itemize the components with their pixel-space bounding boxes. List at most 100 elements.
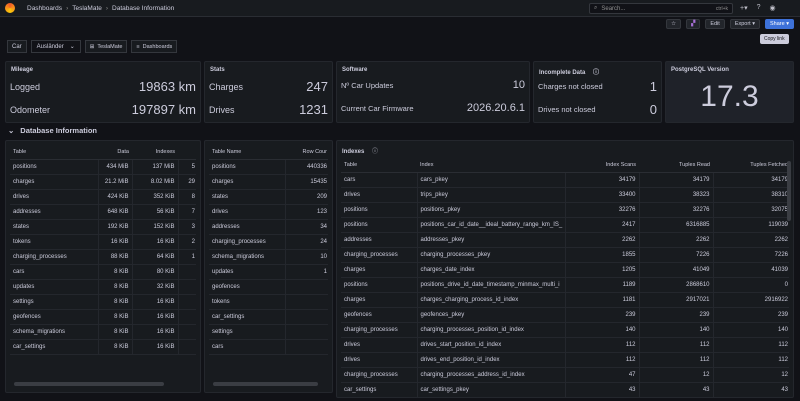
- table-cell: 112: [565, 352, 640, 368]
- table-cell: settings: [10, 294, 99, 310]
- column-header[interactable]: Tuples Fetched: [713, 158, 789, 173]
- help-icon[interactable]: ?: [757, 4, 761, 12]
- table-cell: 41049: [639, 262, 714, 278]
- table-row: positions 440336: [209, 159, 328, 175]
- chevron-down-icon: ⌄: [69, 44, 75, 50]
- stat-label: Current Car Firmware: [341, 103, 414, 113]
- table-cell: car_settings: [10, 339, 99, 355]
- column-header[interactable]: Indexes: [132, 145, 178, 160]
- export-button[interactable]: Export ▾: [729, 19, 761, 29]
- table-cell: addresses: [341, 232, 418, 248]
- info-icon[interactable]: ⓘ: [372, 149, 378, 155]
- chevron-down-icon: ⌄: [8, 126, 15, 135]
- table-cell: 119039: [713, 217, 789, 233]
- table-row: drives 424 KiB 352 KiB 8: [10, 189, 196, 205]
- row-header-database-information[interactable]: ⌄ Database Information: [8, 126, 97, 135]
- table-cell: 8 KiB: [98, 264, 133, 280]
- column-header[interactable]: Table Name: [209, 145, 285, 160]
- table-sizes-table-wrap: Table Data Indexes positions 434 MiB 137 M…: [10, 145, 196, 355]
- search-shortcut: ctrl+k: [715, 5, 728, 12]
- table-cell: 7: [178, 204, 196, 220]
- table-cell: 239: [713, 307, 789, 323]
- column-header[interactable]: Index: [417, 158, 565, 173]
- table-cell: 43: [713, 382, 789, 398]
- table-cell: 16 KiB: [132, 309, 179, 325]
- column-header[interactable]: Table: [10, 145, 98, 160]
- star-icon[interactable]: ☆: [666, 19, 682, 29]
- user-avatar-icon[interactable]: ◉: [770, 4, 776, 12]
- table-cell: positions_pkey: [417, 202, 566, 218]
- grafana-logo[interactable]: [5, 3, 15, 13]
- info-icon[interactable]: ⓘ: [593, 70, 599, 76]
- table-cell: 112: [639, 337, 714, 353]
- table-cell: geofences: [209, 279, 286, 295]
- table-cell: [178, 294, 196, 310]
- column-header[interactable]: Tuples Read: [639, 158, 713, 173]
- table-cell: 32276: [639, 202, 714, 218]
- teslamate-link-label: TeslaMate: [97, 43, 123, 50]
- stat-row: Nº Car Updates 10: [341, 79, 525, 91]
- table-row: drives 123: [209, 204, 328, 220]
- teslamate-link[interactable]: ⊞ TeslaMate: [84, 40, 128, 53]
- table-row: charges charges_date_index 1205 41049 41039: [341, 262, 789, 278]
- stat-row: Drives 1231: [209, 102, 328, 117]
- dashboards-link[interactable]: ≡ Dashboards: [131, 40, 178, 53]
- table-row: states 209: [209, 189, 328, 205]
- table-cell: geofences_pkey: [417, 307, 566, 323]
- table-cell: 32075: [713, 202, 789, 218]
- panel-title: Software: [342, 67, 368, 73]
- table-cell: 7226: [639, 247, 714, 263]
- vertical-scrollbar[interactable]: [787, 161, 791, 221]
- table-cell: [285, 324, 328, 340]
- table-row: charging_processes charging_processes_add…: [341, 367, 789, 383]
- table-row: settings 8 KiB 16 KiB: [10, 294, 196, 310]
- horizontal-scrollbar[interactable]: [213, 382, 318, 386]
- table-cell: 239: [565, 307, 640, 323]
- table-cell: 123: [285, 204, 328, 220]
- table-cell: tokens: [209, 294, 286, 310]
- table-row: charging_processes 88 KiB 64 KiB 1: [10, 249, 196, 265]
- table-cell: [285, 294, 328, 310]
- table-row: charging_processes charging_processes_pke…: [341, 247, 789, 263]
- table-cell: charges_charging_process_id_index: [417, 292, 566, 308]
- plus-icon[interactable]: +▾: [740, 4, 748, 12]
- table-cell: settings: [209, 324, 286, 340]
- search-input[interactable]: ⌕ Search... ctrl+k: [589, 3, 733, 14]
- table-cell: 6316885: [639, 217, 714, 233]
- table-cell: addresses: [10, 204, 99, 220]
- table-cell: 15435: [285, 174, 328, 190]
- table-cell: 2262: [713, 232, 789, 248]
- column-header[interactable]: Index Scans: [565, 158, 639, 173]
- table-row: schema_migrations 10: [209, 249, 328, 265]
- breadcrumb-separator: ›: [105, 4, 109, 12]
- horizontal-scrollbar[interactable]: [14, 382, 164, 386]
- table-row: drives drives_end_position_id_index 112 112…: [341, 352, 789, 368]
- car-variable-select[interactable]: Ausländer ⌄: [30, 40, 81, 53]
- breadcrumb-teslamate[interactable]: TeslaMate: [72, 5, 102, 12]
- panel-title-text: Incomplete Data: [539, 70, 586, 76]
- incomplete-data-panel: Incomplete Data ⓘ Charges not closed 1 D…: [533, 61, 662, 123]
- edit-button[interactable]: Edit: [705, 19, 725, 29]
- table-row: geofences geofences_pkey 239 239 239: [341, 307, 789, 323]
- table-cell: states: [209, 189, 286, 205]
- table-cell: 8 KiB: [98, 294, 133, 310]
- table-cell: 8 KiB: [98, 339, 133, 355]
- panel-options-icon[interactable]: ▞: [686, 19, 701, 29]
- column-header[interactable]: Row Cour: [285, 145, 328, 160]
- column-header[interactable]: [178, 145, 196, 160]
- table-cell: 33400: [565, 187, 640, 203]
- breadcrumb-dashboards[interactable]: Dashboards: [27, 5, 62, 12]
- table-row: addresses 34: [209, 219, 328, 235]
- column-header[interactable]: Data: [98, 145, 132, 160]
- table-cell: 5: [178, 159, 196, 175]
- table-cell: cars: [341, 172, 418, 188]
- table-row: drives drives_start_position_id_index 112 1…: [341, 337, 789, 353]
- share-button[interactable]: Share ▾: [765, 19, 794, 29]
- column-header[interactable]: Table: [341, 158, 417, 173]
- table-cell: charging_processes_position_id_index: [417, 322, 566, 338]
- table-cell: 8 KiB: [98, 279, 133, 295]
- menu-icon: ≡: [136, 43, 140, 50]
- stat-value: 2026.20.6.1: [466, 102, 525, 114]
- row-counts-table-wrap: Table Name Row Cour positions 440336 charg…: [209, 145, 328, 355]
- table-cell: car_settings_pkey: [417, 382, 566, 398]
